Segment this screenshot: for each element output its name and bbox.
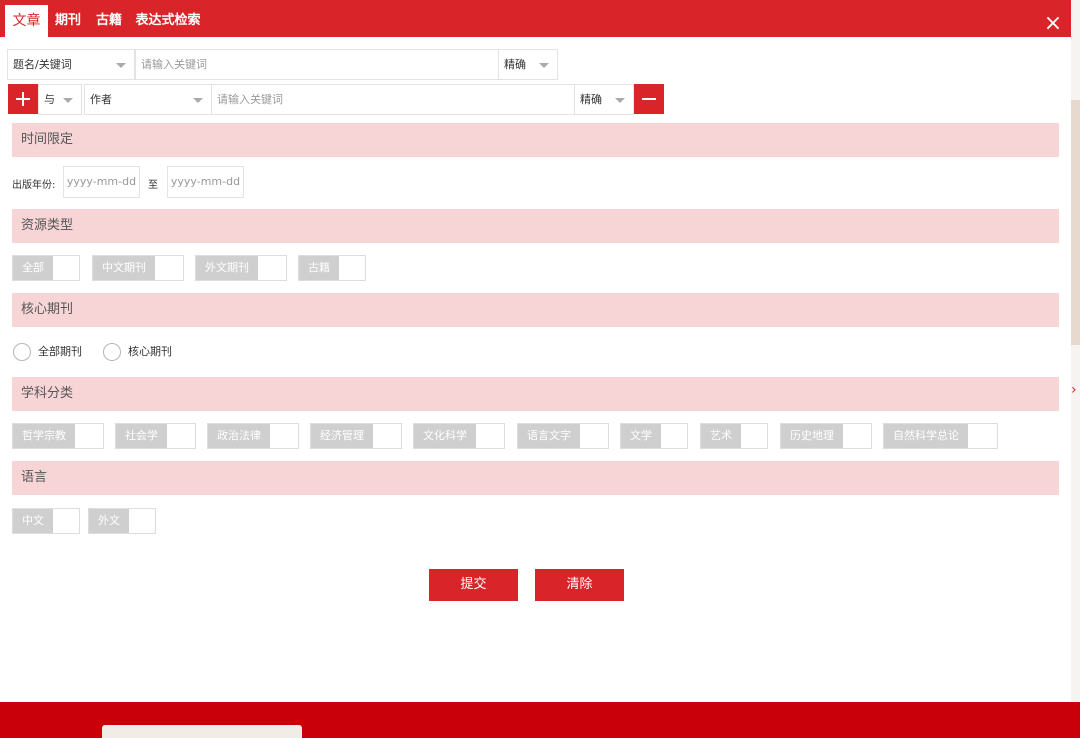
- subject-toggle-label: 历史地理: [781, 424, 843, 448]
- advanced-search-modal: 文章 期刊 古籍 表达式检索 × 题名/关键词 精确 与 作者 精确 时间限定 …: [0, 0, 1071, 702]
- subject-toggle-label: 社会学: [116, 424, 167, 448]
- publish-year-label: 出版年份:: [12, 180, 56, 191]
- subject-toggle-label: 经济管理: [311, 424, 373, 448]
- field-select-1-value: 题名/关键词: [13, 58, 72, 71]
- subject-toggle[interactable]: 语言文字: [517, 423, 609, 449]
- language-toggle-foreign[interactable]: 外文: [88, 508, 156, 534]
- subject-toggle[interactable]: 自然科学总论: [883, 423, 998, 449]
- subject-toggle-label: 语言文字: [518, 424, 580, 448]
- subject-toggle-label: 哲学宗教: [13, 424, 75, 448]
- chevron-down-icon: [116, 63, 126, 68]
- clear-button[interactable]: 清除: [535, 569, 624, 601]
- subject-toggle-label: 政治法律: [208, 424, 270, 448]
- tab-bar: 文章 期刊 古籍 表达式检索 ×: [0, 0, 1071, 37]
- book-graphic: [102, 725, 302, 738]
- match-select-2[interactable]: 精确: [574, 84, 634, 115]
- tab-ancient-books[interactable]: 古籍: [92, 5, 126, 37]
- radio-label: 核心期刊: [128, 345, 172, 358]
- date-to-input[interactable]: yyyy-mm-dd: [167, 166, 244, 198]
- language-toggle-chinese[interactable]: 中文: [12, 508, 80, 534]
- tab-expression-search[interactable]: 表达式检索: [133, 5, 203, 37]
- section-language: 语言: [12, 461, 1059, 495]
- subject-toggle[interactable]: 历史地理: [780, 423, 872, 449]
- match-select-1[interactable]: 精确: [498, 49, 558, 80]
- resource-toggle-label: 中文期刊: [93, 256, 155, 280]
- minus-icon: [642, 98, 656, 100]
- subject-toggle[interactable]: 哲学宗教: [12, 423, 104, 449]
- section-subject: 学科分类: [12, 377, 1059, 411]
- resource-toggle-label: 外文期刊: [196, 256, 258, 280]
- date-range-separator: 至: [148, 180, 158, 191]
- subject-toggle[interactable]: 社会学: [115, 423, 196, 449]
- subject-toggle-label: 艺术: [701, 424, 741, 448]
- background-banner-strip: [1071, 100, 1080, 345]
- add-row-button[interactable]: [8, 84, 38, 114]
- chevron-right-icon[interactable]: ›: [1071, 380, 1080, 400]
- field-select-2[interactable]: 作者: [84, 84, 212, 115]
- subject-toggle-label: 文化科学: [414, 424, 476, 448]
- subject-toggle-label: 文学: [621, 424, 661, 448]
- section-resource-type: 资源类型: [12, 209, 1059, 243]
- resource-toggle-label: 全部: [13, 256, 53, 280]
- close-icon[interactable]: ×: [1041, 13, 1065, 37]
- resource-toggle-label: 古籍: [299, 256, 339, 280]
- language-toggle-label: 中文: [13, 509, 53, 533]
- language-toggle-label: 外文: [89, 509, 129, 533]
- subject-toggle[interactable]: 经济管理: [310, 423, 402, 449]
- field-select-1[interactable]: 题名/关键词: [7, 49, 135, 80]
- radio-circle: [13, 343, 31, 361]
- subject-toggle[interactable]: 文化科学: [413, 423, 505, 449]
- logic-select[interactable]: 与: [38, 84, 82, 115]
- radio-all-journals[interactable]: 全部期刊: [13, 343, 93, 361]
- chevron-down-icon: [615, 98, 625, 103]
- match-select-1-value: 精确: [504, 58, 526, 71]
- resource-toggle-foreign-journal[interactable]: 外文期刊: [195, 255, 287, 281]
- section-time: 时间限定: [12, 123, 1059, 157]
- radio-core-journals[interactable]: 核心期刊: [103, 343, 183, 361]
- radio-circle: [103, 343, 121, 361]
- keyword-input-2[interactable]: [211, 84, 575, 115]
- subject-toggle-label: 自然科学总论: [884, 424, 968, 448]
- tab-journal[interactable]: 期刊: [51, 5, 85, 37]
- radio-label: 全部期刊: [38, 345, 82, 358]
- resource-toggle-chinese-journal[interactable]: 中文期刊: [92, 255, 184, 281]
- subject-toggle[interactable]: 文学: [620, 423, 688, 449]
- chevron-down-icon: [193, 98, 203, 103]
- field-select-2-value: 作者: [90, 93, 112, 106]
- date-from-input[interactable]: yyyy-mm-dd: [63, 166, 140, 198]
- match-select-2-value: 精确: [580, 93, 602, 106]
- subject-toggle[interactable]: 艺术: [700, 423, 768, 449]
- resource-toggle-ancient-books[interactable]: 古籍: [298, 255, 366, 281]
- chevron-down-icon: [539, 63, 549, 68]
- remove-row-button[interactable]: [634, 84, 664, 114]
- plus-icon: [16, 92, 30, 106]
- logic-select-value: 与: [44, 93, 55, 106]
- chevron-down-icon: [63, 98, 73, 103]
- resource-toggle-all[interactable]: 全部: [12, 255, 80, 281]
- keyword-input-1[interactable]: [135, 49, 499, 80]
- subject-toggle[interactable]: 政治法律: [207, 423, 299, 449]
- tab-article[interactable]: 文章: [5, 5, 48, 37]
- section-core-journal: 核心期刊: [12, 293, 1059, 327]
- submit-button[interactable]: 提交: [429, 569, 518, 601]
